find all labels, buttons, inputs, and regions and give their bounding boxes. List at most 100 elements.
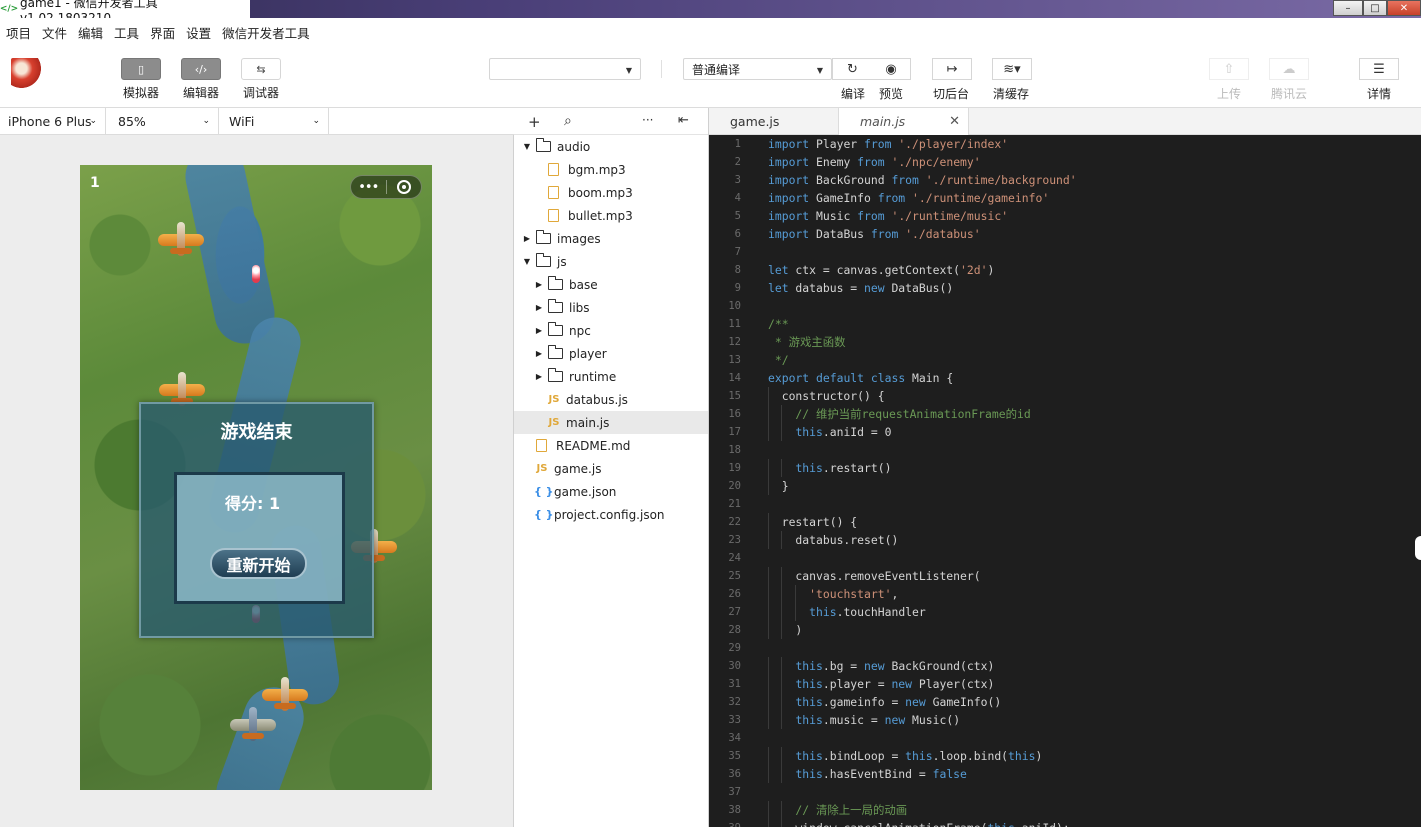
collapsed-arrow-icon[interactable]: ▶ [534,349,544,358]
code-line[interactable]: 4 import GameInfo from './runtime/gameinf… [709,189,1421,207]
collapsed-arrow-icon[interactable]: ▶ [534,326,544,335]
tree-file[interactable]: { } project.config.json [514,503,708,526]
tree-folder-audio[interactable]: ▼ audio [514,135,708,158]
menu-edit[interactable]: 编辑 [78,23,103,42]
background-button[interactable]: ↦ [932,58,972,80]
code-line[interactable]: 21 [709,495,1421,513]
code-line[interactable]: 35 this.bindLoop = this.loop.bind(this) [709,747,1421,765]
tree-file[interactable]: README.md [514,434,708,457]
tree-file[interactable]: bgm.mp3 [514,158,708,181]
tree-file[interactable]: boom.mp3 [514,181,708,204]
editor-toggle[interactable]: ‹/› 编辑器 [181,58,221,101]
tencent-cloud-button[interactable]: ☁ [1269,58,1309,80]
code-line[interactable]: 1 import Player from './player/index' [709,135,1421,153]
code-line[interactable]: 9 let databus = new DataBus() [709,279,1421,297]
code-line[interactable]: 23 databus.reset() [709,531,1421,549]
collapsed-arrow-icon[interactable]: ▶ [534,372,544,381]
tab-main-js[interactable]: main.js ✕ [839,108,969,135]
tree-folder-js[interactable]: ▼ js [514,250,708,273]
tree-folder-libs[interactable]: ▶ libs [514,296,708,319]
code-line[interactable]: 28 ) [709,621,1421,639]
zoom-select[interactable]: 85% ⌄ [106,108,219,134]
close-window-button[interactable]: ✕ [1387,0,1421,16]
more-icon[interactable]: ··· [642,113,653,127]
compile-button[interactable]: ↻ [832,58,873,80]
code-line[interactable]: 17 this.aniId = 0 [709,423,1421,441]
code-line[interactable]: 2 import Enemy from './npc/enemy' [709,153,1421,171]
code-line[interactable]: 26 'touchstart', [709,585,1421,603]
details-button[interactable]: ☰ [1359,58,1399,80]
code-line[interactable]: 5 import Music from './runtime/music' [709,207,1421,225]
game-canvas[interactable]: 1 ••• 游戏结束 得分: 1 重新开始 [80,165,432,790]
code-line[interactable]: 37 [709,783,1421,801]
debugger-toggle[interactable]: ⇆ 调试器 [241,58,281,101]
maximize-button[interactable]: □ [1363,0,1387,16]
expanded-arrow-icon[interactable]: ▼ [522,257,532,266]
tree-folder-npc[interactable]: ▶ npc [514,319,708,342]
code-line[interactable]: 36 this.hasEventBind = false [709,765,1421,783]
tree-file[interactable]: JS game.js [514,457,708,480]
tree-file[interactable]: { } game.json [514,480,708,503]
network-select[interactable]: WiFi ⌄ [219,108,329,134]
avatar[interactable] [11,58,41,88]
menu-settings[interactable]: 设置 [186,23,211,42]
minimize-button[interactable]: – [1333,0,1363,16]
simulator-toggle[interactable]: ▯ 模拟器 [121,58,161,101]
add-file-icon[interactable]: + [528,113,541,131]
code-line[interactable]: 38 // 清除上一局的动画 [709,801,1421,819]
collapse-panel-icon[interactable]: ⇤ [678,113,689,128]
code-line[interactable]: 6 import DataBus from './databus' [709,225,1421,243]
code-line[interactable]: 7 [709,243,1421,261]
menu-wechat-devtools[interactable]: 微信开发者工具 [222,23,310,42]
code-line[interactable]: 8 let ctx = canvas.getContext('2d') [709,261,1421,279]
tree-folder-base[interactable]: ▶ base [514,273,708,296]
search-icon[interactable]: ⌕ [564,113,572,129]
code-line[interactable]: 22 restart() { [709,513,1421,531]
scroll-handle[interactable] [1415,536,1421,560]
code-line[interactable]: 12 * 游戏主函数 [709,333,1421,351]
menu-file[interactable]: 文件 [42,23,67,42]
upload-button[interactable]: ⇧ [1209,58,1249,80]
tree-folder-player[interactable]: ▶ player [514,342,708,365]
expanded-arrow-icon[interactable]: ▼ [522,142,532,151]
code-line[interactable]: 31 this.player = new Player(ctx) [709,675,1421,693]
code-line[interactable]: 33 this.music = new Music() [709,711,1421,729]
compile-mode-select[interactable]: 普通编译 ▼ [683,58,832,80]
collapsed-arrow-icon[interactable]: ▶ [534,303,544,312]
menu-view[interactable]: 界面 [150,23,175,42]
tree-file[interactable]: JS databus.js [514,388,708,411]
code-line[interactable]: 19 this.restart() [709,459,1421,477]
more-icon[interactable]: ••• [351,180,386,195]
code-line[interactable]: 13 */ [709,351,1421,369]
code-line[interactable]: 3 import BackGround from './runtime/backg… [709,171,1421,189]
code-line[interactable]: 34 [709,729,1421,747]
code-line[interactable]: 11 /** [709,315,1421,333]
code-line[interactable]: 25 canvas.removeEventListener( [709,567,1421,585]
restart-button[interactable]: 重新开始 [210,548,307,579]
menu-project[interactable]: 项目 [6,23,31,42]
clear-cache-button[interactable]: ≋▾ [992,58,1032,80]
menu-tools[interactable]: 工具 [114,23,139,42]
tab-game-js[interactable]: game.js [709,108,839,135]
preview-button[interactable]: ◉ [872,58,911,80]
close-tab-icon[interactable]: ✕ [949,114,960,129]
code-line[interactable]: 39 window.cancelAnimationFrame(this.aniI… [709,819,1421,827]
close-capsule-button[interactable] [386,180,421,194]
tree-file[interactable]: bullet.mp3 [514,204,708,227]
code-line[interactable]: 24 [709,549,1421,567]
code-line[interactable]: 18 [709,441,1421,459]
collapsed-arrow-icon[interactable]: ▶ [534,280,544,289]
code-area[interactable]: 1 import Player from './player/index' 2 imp… [709,135,1421,827]
code-line[interactable]: 27 this.touchHandler [709,603,1421,621]
code-line[interactable]: 10 [709,297,1421,315]
code-line[interactable]: 14 export default class Main { [709,369,1421,387]
code-line[interactable]: 15 constructor() { [709,387,1421,405]
tree-file[interactable]: JS main.js [514,411,708,434]
device-select[interactable]: iPhone 6 Plus ⌄ [0,108,106,134]
code-line[interactable]: 29 [709,639,1421,657]
code-line[interactable]: 30 this.bg = new BackGround(ctx) [709,657,1421,675]
collapsed-arrow-icon[interactable]: ▶ [522,234,532,243]
tree-folder-runtime[interactable]: ▶ runtime [514,365,708,388]
mode-select[interactable]: ▼ [489,58,641,80]
tree-folder-images[interactable]: ▶ images [514,227,708,250]
